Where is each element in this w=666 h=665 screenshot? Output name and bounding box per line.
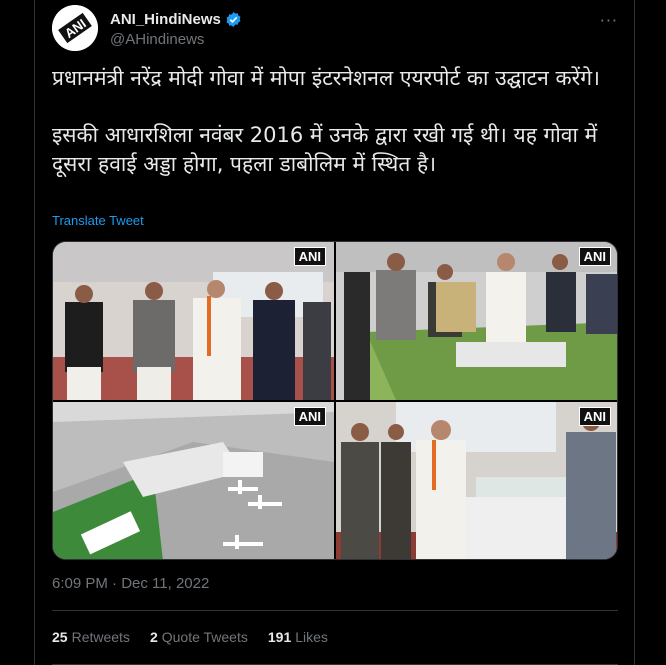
divider — [52, 610, 618, 611]
photo-3-image — [53, 402, 334, 559]
ani-logo-icon: ANI — [52, 5, 98, 51]
media-grid: ANI ANI ANI ANI — [52, 241, 618, 560]
retweets-stat[interactable]: 25 Retweets — [52, 629, 130, 645]
tweet-header: ANI ANI_HindiNews @AHindinews ··· — [52, 5, 618, 51]
ani-watermark: ANI — [293, 247, 326, 266]
ani-watermark: ANI — [293, 407, 326, 426]
media-photo-1[interactable]: ANI — [53, 242, 334, 400]
engagement-stats: 25 Retweets 2 Quote Tweets 191 Likes — [52, 629, 328, 645]
photo-1-image — [53, 242, 334, 400]
media-photo-2[interactable]: ANI — [336, 242, 617, 400]
quote-tweets-stat[interactable]: 2 Quote Tweets — [150, 629, 248, 645]
tweet-text: प्रधानमंत्री नरेंद्र मोदी गोवा में मोपा … — [52, 64, 618, 179]
tweet-paragraph-1: प्रधानमंत्री नरेंद्र मोदी गोवा में मोपा … — [52, 66, 601, 90]
photo-4-image — [336, 402, 617, 559]
photo-2-image — [336, 242, 617, 400]
avatar[interactable]: ANI — [52, 5, 98, 51]
tweet-card: ANI ANI_HindiNews @AHindinews ··· प्रधान… — [36, 0, 634, 665]
user-handle[interactable]: @AHindinews — [110, 31, 204, 48]
likes-stat[interactable]: 191 Likes — [268, 629, 328, 645]
tweet-timestamp[interactable]: 6:09 PM · Dec 11, 2022 — [52, 575, 209, 592]
likes-label: Likes — [295, 629, 328, 645]
ani-watermark: ANI — [578, 247, 611, 266]
left-rail — [0, 0, 35, 665]
translate-tweet-link[interactable]: Translate Tweet — [52, 213, 144, 228]
likes-count: 191 — [267, 629, 292, 645]
tweet-paragraph-2: इसकी आधारशिला नवंबर 2016 में उनके द्वारा… — [52, 123, 598, 176]
ani-watermark: ANI — [578, 407, 611, 426]
media-photo-4[interactable]: ANI — [336, 402, 617, 559]
media-photo-3[interactable]: ANI — [53, 402, 334, 559]
display-name[interactable]: ANI_HindiNews — [110, 11, 221, 28]
quotes-label: Quote Tweets — [161, 629, 248, 645]
name-row: ANI_HindiNews — [110, 11, 242, 28]
retweets-label: Retweets — [71, 629, 130, 645]
verified-badge-icon — [226, 12, 241, 27]
right-rail — [634, 0, 666, 665]
quotes-count: 2 — [149, 629, 158, 645]
retweets-count: 25 — [52, 629, 68, 645]
more-options-icon[interactable]: ··· — [600, 11, 618, 30]
